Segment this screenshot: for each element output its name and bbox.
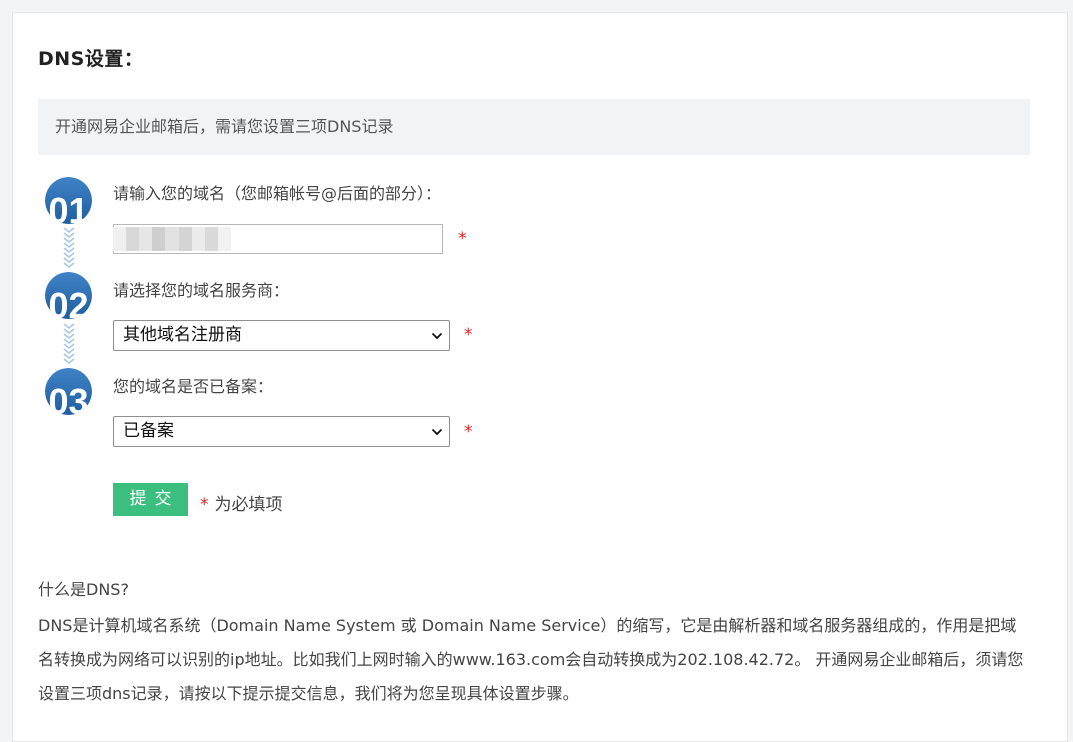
- chevron-down-icon: [431, 332, 443, 340]
- domain-filing-select[interactable]: 已备案: [113, 416, 450, 447]
- page-title: DNS设置：: [38, 48, 144, 70]
- step-1-label: 请输入您的域名（您邮箱帐号@后面的部分）：: [113, 184, 442, 203]
- domain-filing-selected-value: 已备案: [123, 421, 174, 441]
- provider-required-mark: *: [464, 325, 473, 345]
- svg-text:02: 02: [48, 285, 88, 319]
- domain-provider-selected-value: 其他域名注册商: [123, 325, 242, 345]
- required-note-text: 为必填项: [214, 495, 283, 515]
- domain-provider-select[interactable]: 其他域名注册商: [113, 320, 450, 351]
- domain-required-mark: *: [458, 229, 467, 249]
- submit-button[interactable]: 提交: [113, 483, 188, 516]
- required-field-note: * 为必填项: [200, 490, 283, 515]
- chevron-down-icon: [431, 428, 443, 436]
- dns-info-description: DNS是计算机域名系统（Domain Name System 或 Domain …: [38, 616, 1024, 703]
- step-2-label: 请选择您的域名服务商：: [113, 281, 290, 300]
- dns-notice-banner: 开通网易企业邮箱后，需请您设置三项DNS记录: [38, 99, 1030, 155]
- step-2-connector-icon: [63, 323, 75, 364]
- step-1-connector-icon: [63, 227, 75, 268]
- svg-text:03: 03: [48, 381, 88, 415]
- step-1-number-icon: 01: [45, 177, 92, 224]
- filing-required-mark: *: [464, 422, 473, 442]
- step-3-number-icon: 03: [45, 368, 92, 415]
- required-note-mark: *: [200, 495, 209, 515]
- step-2-number-icon: 02: [45, 272, 92, 319]
- dns-info-heading: 什么是DNS?: [38, 580, 129, 599]
- domain-redacted-mosaic: [113, 227, 231, 251]
- step-3-label: 您的域名是否已备案：: [113, 377, 274, 396]
- svg-text:01: 01: [48, 190, 88, 224]
